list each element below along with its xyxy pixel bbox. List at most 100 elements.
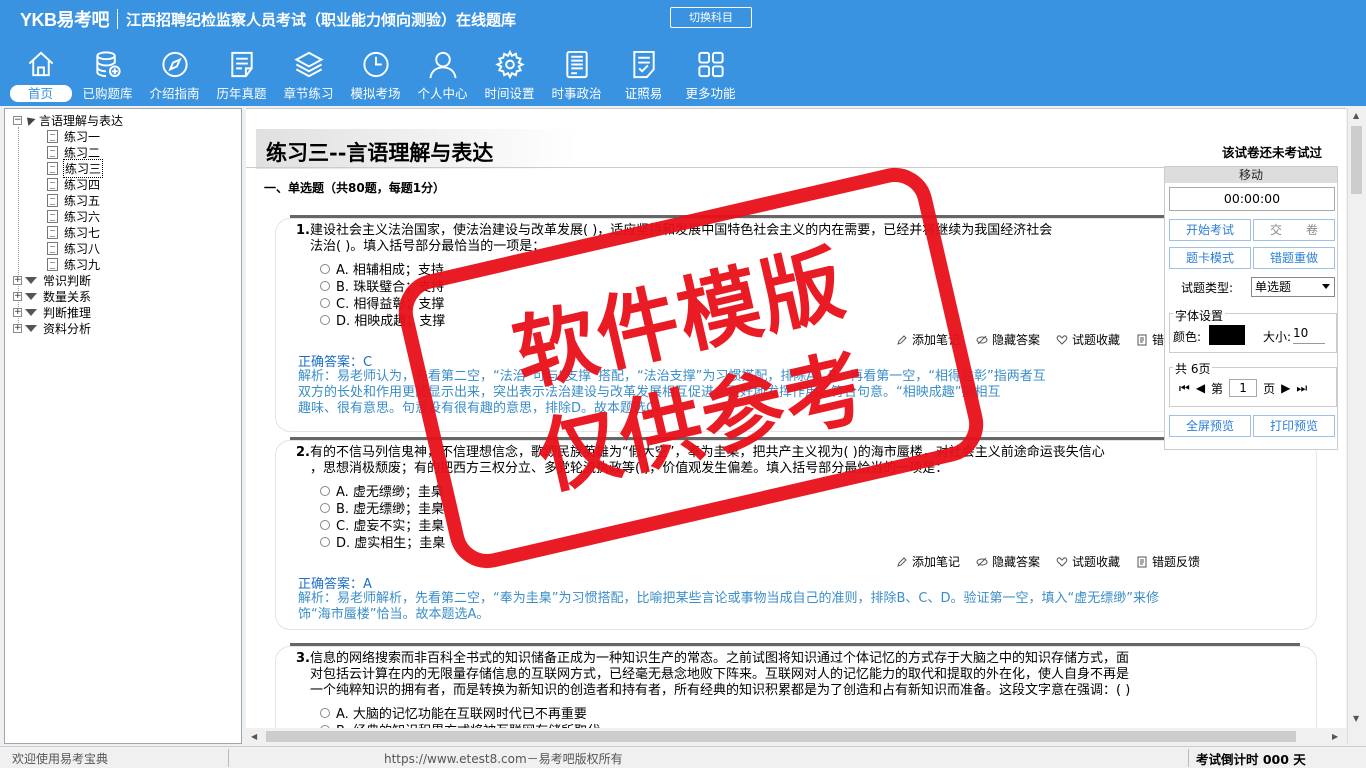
error-feedback-button[interactable]: 错题反馈 [1136, 553, 1200, 570]
next-page-icon[interactable]: ▶ [1281, 381, 1290, 395]
tree-item-8[interactable]: 练习八 [47, 240, 100, 256]
nav-label: 首页 [9, 85, 72, 102]
action-label: 隐藏答案 [992, 555, 1041, 569]
tree-item-1[interactable]: 练习一 [47, 128, 100, 144]
document-icon [47, 225, 58, 239]
tree-item-5[interactable]: 练习五 [47, 192, 100, 208]
tree-item-7[interactable]: 练习七 [47, 224, 100, 240]
tree-item-3-selected[interactable]: 练习三 [47, 158, 104, 178]
add-note-button[interactable]: 添加笔记 [896, 553, 960, 570]
option-label: D. 虚实相生；圭臬 [336, 536, 446, 551]
answer-analysis: 饰“海市蜃楼”恰当。故本题选A。 [298, 607, 490, 622]
panel-drag-handle[interactable]: 移动 [1165, 167, 1337, 183]
scroll-thumb[interactable] [266, 731, 1296, 742]
tree-item-4[interactable]: 练习四 [47, 176, 100, 192]
scroll-down-icon[interactable]: ▼ [1353, 714, 1359, 723]
tree-node-label: 言语理解与表达 [39, 113, 124, 128]
nav-current-affairs[interactable]: 时事政治 [544, 46, 609, 102]
option-b[interactable]: B. 经典的知识积累方式将被互联网存储所取代 [320, 720, 600, 728]
scroll-right-icon[interactable]: ▶ [1332, 732, 1338, 741]
horizontal-scrollbar[interactable]: ◀ ▶ [246, 728, 1346, 745]
expand-toggle[interactable]: + [13, 275, 22, 285]
nav-purchased[interactable]: 已购题库 [75, 46, 140, 102]
font-size-input[interactable]: 10 [1293, 326, 1325, 344]
tree-item-2[interactable]: 练习二 [47, 144, 100, 160]
tree-node-category[interactable]: + 资料分析 [13, 320, 91, 336]
scroll-thumb[interactable] [1351, 126, 1362, 194]
font-settings-legend: 字体设置 [1173, 307, 1226, 324]
collapse-toggle[interactable]: − [13, 115, 22, 125]
nav-label: 章节练习 [283, 86, 334, 101]
print-preview-button[interactable]: 打印预览 [1253, 415, 1335, 437]
pager: ⏮ ◀ 第 1 页 ▶ ⏭ [1179, 379, 1313, 397]
favorite-button[interactable]: 试题收藏 [1056, 331, 1120, 348]
tree-node-root[interactable]: − 言语理解与表达 [13, 112, 123, 128]
option-d[interactable]: D. 虚实相生；圭臬 [320, 532, 445, 551]
correct-answer: 正确答案：C [298, 355, 373, 370]
nav-guide[interactable]: 介绍指南 [142, 46, 207, 102]
font-color-label: 颜色: [1173, 330, 1202, 344]
radio-button[interactable] [320, 263, 330, 274]
tree-item-label: 练习一 [64, 129, 101, 144]
nav-mock-exam[interactable]: 模拟考场 [343, 46, 408, 102]
expand-toggle[interactable]: + [13, 307, 22, 317]
collapsed-arrow-icon [25, 292, 37, 300]
document-icon [47, 177, 58, 191]
radio-button[interactable] [320, 485, 330, 496]
radio-button[interactable] [320, 536, 330, 547]
radio-button[interactable] [320, 502, 330, 513]
nav-more[interactable]: 更多功能 [678, 46, 743, 102]
title-bar: YKB易考吧 江西招聘纪检监察人员考试（职业能力倾向测验）在线题库 [20, 8, 516, 30]
nav-profile[interactable]: 个人中心 [410, 46, 475, 102]
nav-label: 模拟考场 [350, 86, 401, 101]
start-exam-button[interactable]: 开始考试 [1169, 219, 1251, 241]
document-icon [47, 257, 58, 271]
hide-answer-button[interactable]: 隐藏答案 [976, 331, 1040, 348]
favorite-button[interactable]: 试题收藏 [1056, 553, 1120, 570]
tree-item-label: 练习七 [64, 225, 101, 240]
status-divider [1188, 749, 1189, 767]
card-mode-button[interactable]: 题卡模式 [1169, 247, 1251, 269]
first-page-icon[interactable]: ⏮ [1179, 381, 1190, 396]
tree-node-label: 资料分析 [43, 321, 92, 336]
switch-subject-button[interactable]: 切换科目 [670, 7, 752, 28]
submit-button[interactable]: 交 卷 [1253, 219, 1335, 241]
scroll-left-icon[interactable]: ◀ [251, 732, 257, 741]
expand-toggle[interactable]: + [13, 291, 22, 301]
title-divider [117, 9, 119, 29]
hide-answer-button[interactable]: 隐藏答案 [976, 553, 1040, 570]
page-number-input[interactable]: 1 [1229, 379, 1258, 397]
tree-item-label: 练习二 [64, 145, 101, 160]
vertical-scrollbar[interactable]: ▲ ▼ [1347, 108, 1364, 744]
tree-node-category[interactable]: + 判断推理 [13, 304, 91, 320]
radio-button[interactable] [320, 280, 330, 291]
document-list-icon [230, 51, 253, 78]
radio-button[interactable] [320, 519, 330, 530]
nav-home[interactable]: 首页 [8, 46, 73, 102]
tree-item-9[interactable]: 练习九 [47, 256, 100, 272]
last-page-icon[interactable]: ⏭ [1296, 381, 1307, 396]
brand-logo: YKB易考吧 [20, 10, 110, 30]
tree-item-6[interactable]: 练习六 [47, 208, 100, 224]
tree-item-label: 练习六 [64, 209, 101, 224]
prev-page-icon[interactable]: ◀ [1196, 381, 1205, 395]
title-divider [246, 167, 1166, 168]
nav-chapter-practice[interactable]: 章节练习 [276, 46, 341, 102]
nav-time-settings[interactable]: 时间设置 [477, 46, 542, 102]
clock-icon [362, 51, 389, 78]
tree-node-category[interactable]: + 数量关系 [13, 288, 91, 304]
font-color-swatch[interactable] [1209, 325, 1245, 345]
radio-button[interactable] [320, 707, 330, 718]
nav-past-exams[interactable]: 历年真题 [209, 46, 274, 102]
redo-wrong-button[interactable]: 错题重做 [1253, 247, 1335, 269]
report-icon [1137, 334, 1147, 345]
tree-node-category[interactable]: + 常识判断 [13, 272, 91, 288]
nav-certificate[interactable]: 证照易 [611, 46, 676, 102]
radio-button[interactable] [320, 314, 330, 325]
expand-toggle[interactable]: + [13, 323, 22, 333]
fullscreen-preview-button[interactable]: 全屏预览 [1169, 415, 1251, 437]
document-icon [47, 145, 58, 159]
radio-button[interactable] [320, 297, 330, 308]
scroll-up-icon[interactable]: ▲ [1353, 111, 1359, 120]
question-type-select[interactable]: 单选题 [1251, 277, 1335, 297]
